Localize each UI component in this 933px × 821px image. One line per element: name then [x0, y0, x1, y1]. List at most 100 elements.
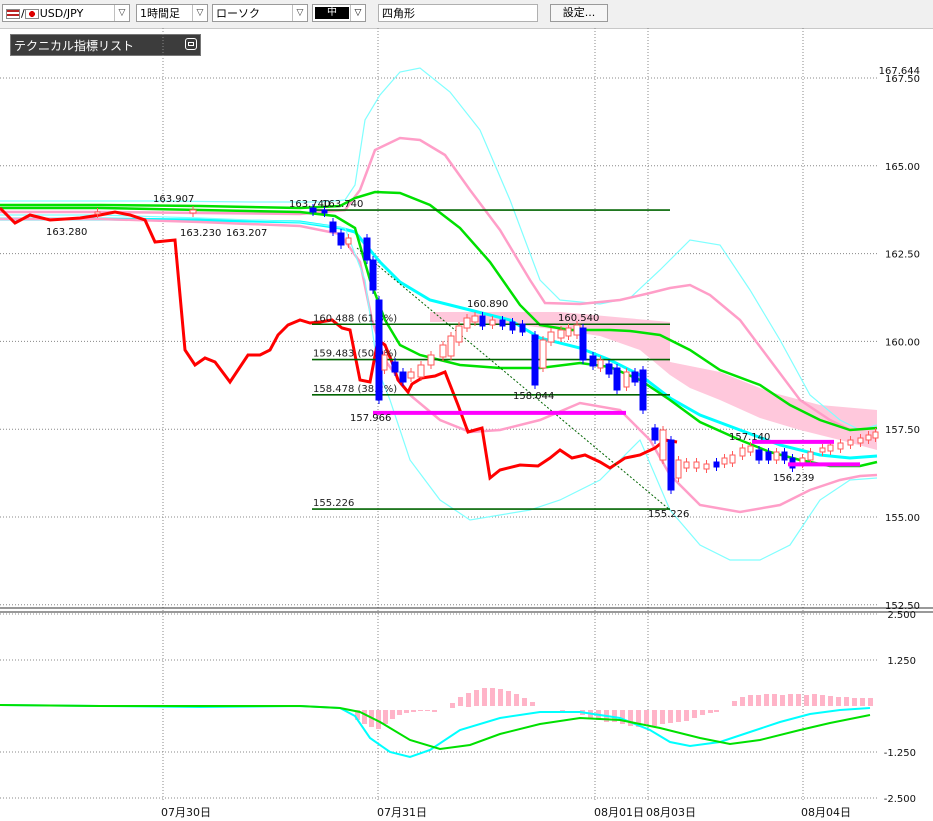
candle-body — [381, 354, 388, 371]
macd-histogram-bar — [652, 710, 657, 726]
symbol-label: USD/JPY — [39, 7, 84, 20]
macd-histogram-bar — [684, 710, 689, 721]
macd-histogram-bar — [764, 694, 769, 706]
chart-type-label: ローソク — [216, 7, 260, 20]
macd-histogram-bar — [796, 694, 801, 706]
macd-histogram-bar — [772, 694, 777, 706]
line-width-swatch: 中 — [315, 7, 349, 19]
candle-body — [631, 371, 639, 383]
candle-body — [573, 324, 581, 336]
candle-body — [463, 317, 471, 329]
ma-slow-lower — [0, 206, 878, 468]
candle-body — [781, 451, 788, 461]
macd-histogram-bar — [714, 710, 719, 712]
candle-body — [329, 221, 337, 233]
line-style-select[interactable]: 中 ▽ — [312, 4, 366, 22]
candle-body — [739, 447, 746, 457]
candle-body — [872, 431, 879, 439]
candle-body — [321, 209, 328, 214]
macd-histogram-bar — [432, 710, 437, 712]
price-chart[interactable]: 160.488 (61.8%)159.483 (50.0%)158.478 (3… — [0, 28, 933, 821]
chevron-down-icon[interactable]: ▽ — [292, 5, 307, 21]
chevron-down-icon[interactable]: ▽ — [192, 5, 207, 21]
macd-histogram-bar — [780, 695, 785, 706]
macd-histogram-bar — [668, 710, 673, 723]
macd-histogram-bar — [852, 698, 857, 706]
candle-body — [489, 319, 496, 326]
macd-histogram-bar — [860, 698, 865, 706]
date-tick-label: 07月30日 — [161, 806, 211, 819]
candle-body — [597, 359, 604, 369]
macd-histogram-bar — [522, 698, 527, 706]
oscillator-panel — [0, 688, 873, 759]
candle-body — [819, 447, 826, 453]
price-label: 155.226 — [648, 509, 689, 520]
macd-histogram-bar — [425, 710, 430, 711]
symbol-select[interactable]: / USD/JPY ▽ — [2, 4, 130, 22]
current-price-label: 167.644 — [879, 66, 920, 77]
timeframe-select[interactable]: 1時間足 ▽ — [136, 4, 208, 22]
macd-histogram-bar — [844, 697, 849, 706]
candle-body — [439, 344, 447, 358]
price-label: 163.907 — [153, 194, 194, 205]
candle-body — [755, 449, 763, 461]
fib-level-label: 155.226 — [313, 498, 354, 509]
candle-body — [773, 451, 780, 461]
candle-body — [659, 429, 667, 461]
us-flag-icon — [6, 9, 20, 19]
candle-body — [765, 451, 772, 461]
macd-histogram-bar — [676, 710, 681, 722]
japan-flag-icon — [24, 9, 39, 19]
candle-body — [865, 434, 872, 441]
candle-body — [747, 445, 754, 453]
candle-body — [807, 451, 814, 461]
candle-body — [94, 211, 101, 215]
macd-histogram-bar — [748, 695, 753, 706]
candle-body — [399, 371, 407, 383]
price-label: 163.230 — [180, 228, 221, 239]
candle-body — [651, 427, 659, 441]
candle-body — [579, 327, 587, 361]
candle-body — [531, 334, 539, 386]
macd-histogram-bar — [804, 695, 809, 706]
candle-body — [623, 371, 630, 388]
macd-histogram-bar — [466, 693, 471, 707]
price-label: 157.140 — [729, 432, 770, 443]
macd-histogram-bar — [660, 710, 665, 724]
candle-body — [565, 327, 572, 337]
macd-histogram-bar — [868, 698, 873, 706]
macd-histogram-bar — [474, 690, 479, 706]
macd-histogram-bar — [788, 694, 793, 706]
candle-body — [605, 363, 613, 375]
candle-body — [729, 454, 736, 464]
macd-histogram-bar — [812, 694, 817, 706]
candle-body — [499, 319, 506, 327]
macd-histogram-bar — [383, 710, 388, 724]
macd-histogram-bar — [490, 688, 495, 706]
chart-type-select[interactable]: ローソク ▽ — [212, 4, 308, 22]
candle-body — [407, 371, 415, 379]
chevron-down-icon[interactable]: ▽ — [350, 5, 365, 21]
candle-body — [539, 339, 547, 369]
macd-histogram-bar — [482, 688, 487, 706]
candle-body — [417, 364, 425, 378]
price-tick-label: 155.00 — [885, 513, 920, 524]
osc-tick-label: -1.250 — [884, 748, 916, 759]
candle-body — [363, 237, 371, 261]
date-tick-label: 08月03日 — [646, 806, 696, 819]
timeframe-label: 1時間足 — [140, 7, 180, 20]
ichimoku-line — [0, 206, 678, 481]
macd-histogram-bar — [450, 703, 455, 708]
price-label: 160.890 — [467, 299, 508, 310]
candle-body — [721, 457, 728, 465]
candle-body — [589, 355, 597, 367]
settings-button[interactable]: 設定... — [550, 4, 608, 22]
chevron-down-icon[interactable]: ▽ — [114, 5, 129, 21]
macd-histogram-bar — [514, 694, 519, 706]
candle-body — [667, 439, 675, 491]
drawing-tool-field[interactable]: 四角形 — [378, 4, 538, 22]
macd-histogram-bar — [620, 710, 625, 724]
macd-histogram-bar — [708, 710, 713, 713]
date-tick-label: 08月01日 — [594, 806, 644, 819]
candle-body — [519, 323, 526, 333]
